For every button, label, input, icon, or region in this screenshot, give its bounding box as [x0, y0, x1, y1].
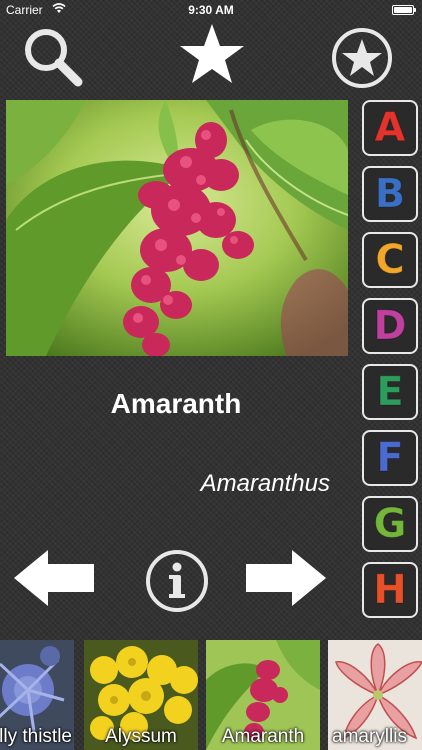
- letter-label: C: [375, 237, 405, 283]
- thumbnail-alyssum[interactable]: Alyssum: [84, 640, 198, 750]
- status-bar: Carrier 9:30 AM: [0, 0, 422, 20]
- letter-button-b[interactable]: B: [362, 166, 418, 222]
- plant-photo[interactable]: [6, 100, 348, 356]
- thumbnail-label: Alyssum: [105, 726, 177, 747]
- letter-button-g[interactable]: G: [362, 496, 418, 552]
- previous-button[interactable]: [12, 548, 96, 608]
- clock: 9:30 AM: [188, 3, 234, 17]
- thumbnail-label: amaryllis: [332, 726, 407, 747]
- info-button[interactable]: [144, 548, 210, 614]
- letter-button-h[interactable]: H: [362, 562, 418, 618]
- letter-label: A: [374, 105, 406, 151]
- search-button[interactable]: [20, 24, 86, 90]
- star-button[interactable]: [178, 22, 246, 86]
- letter-label: G: [373, 501, 407, 547]
- letter-button-f[interactable]: F: [362, 430, 418, 486]
- thumbnail-amaranth[interactable]: Amaranth: [206, 640, 320, 750]
- arrow-left-icon: [14, 550, 94, 606]
- letter-button-a[interactable]: A: [362, 100, 418, 156]
- plant-name: Amaranth: [110, 388, 242, 419]
- thumbnail-label: Amaranth: [221, 726, 305, 747]
- alphabet-index[interactable]: ABCDEFGH: [362, 100, 418, 632]
- favorites-button[interactable]: [330, 26, 394, 90]
- thumbnail-strip[interactable]: sea holly thistle Alyssum Amaranth: [0, 640, 422, 750]
- letter-button-d[interactable]: D: [362, 298, 418, 354]
- letter-button-e[interactable]: E: [362, 364, 418, 420]
- letter-label: B: [374, 171, 406, 217]
- letter-label: D: [373, 303, 407, 349]
- letter-button-c[interactable]: C: [362, 232, 418, 288]
- thumbnail-amaryllis[interactable]: amaryllis: [328, 640, 422, 750]
- letter-label: E: [376, 369, 404, 415]
- thumbnail-label: sea holly thistle: [0, 726, 72, 747]
- letter-label: F: [376, 435, 404, 481]
- plant-latin-name: Amaranthus: [200, 470, 330, 497]
- next-button[interactable]: [244, 548, 328, 608]
- search-icon: [25, 29, 83, 87]
- letter-label: H: [373, 567, 407, 613]
- info-icon: [146, 550, 208, 612]
- battery-icon: [392, 5, 416, 15]
- arrow-right-icon: [246, 550, 326, 606]
- thumbnail-sea-holly[interactable]: sea holly thistle: [0, 640, 74, 750]
- star-circle-icon: [332, 28, 392, 88]
- star-icon: [180, 24, 244, 83]
- amaranth-image: [6, 100, 348, 356]
